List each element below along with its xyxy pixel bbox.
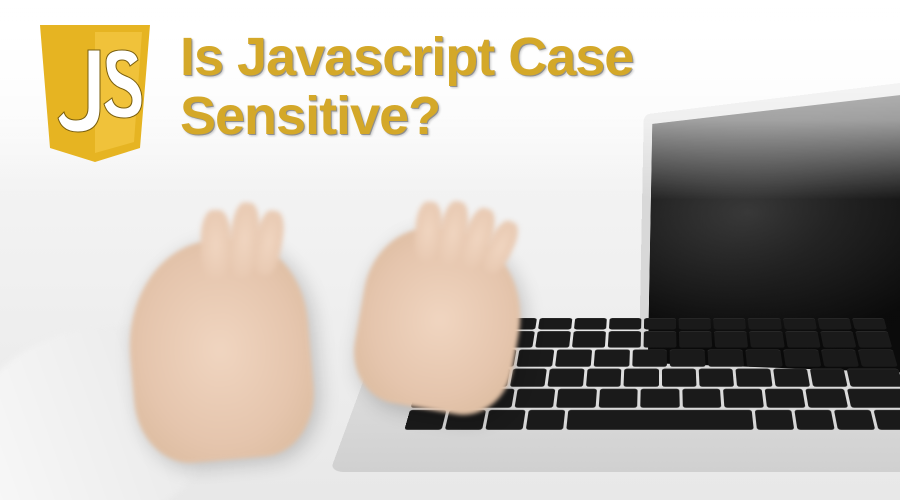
js-logo-icon <box>30 20 160 165</box>
title-line-1: Is Javascript Case <box>180 28 633 87</box>
hero-banner: Is Javascript Case Sensitive? <box>0 0 900 500</box>
title-line-2: Sensitive? <box>180 87 633 146</box>
page-title: Is Javascript Case Sensitive? <box>180 28 633 147</box>
